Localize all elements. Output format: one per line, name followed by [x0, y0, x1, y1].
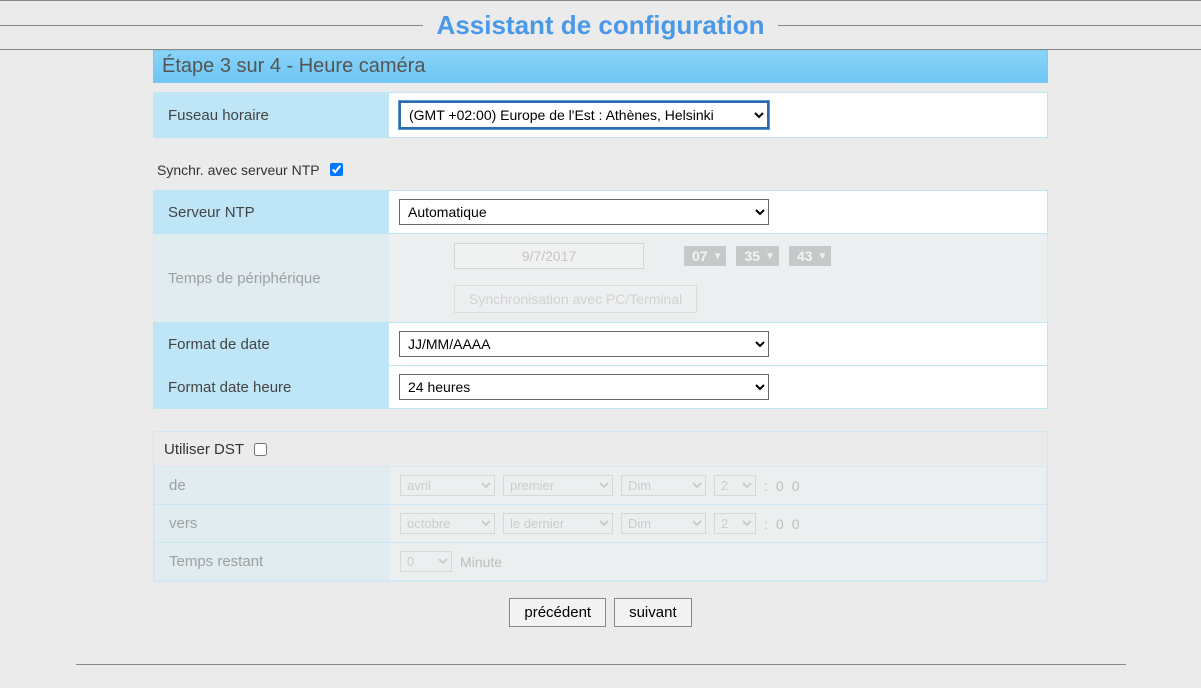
row-dst-to: vers octobre le dernier Dim 2 : 0 0: [154, 504, 1047, 543]
ntp-sync-line: Synchr. avec serveur NTP: [153, 152, 1048, 187]
time-format-select[interactable]: 24 heures: [399, 374, 769, 400]
dst-from-mm: 0: [792, 478, 800, 494]
dst-offset-select: 0: [400, 551, 452, 572]
row-ntp-server: Serveur NTP Automatique: [153, 190, 1048, 234]
device-minute-select: 35▼: [736, 246, 778, 266]
ntp-sync-checkbox[interactable]: [330, 163, 343, 176]
prev-button[interactable]: précédent: [509, 598, 606, 627]
dst-header: Utiliser DST: [154, 432, 1047, 467]
next-button[interactable]: suivant: [614, 598, 692, 627]
dst-to-hh: 0: [776, 516, 784, 532]
title-bar: Assistant de configuration: [0, 0, 1201, 50]
content-scroll[interactable]: Étape 3 sur 4 - Heure caméra Fuseau hora…: [76, 50, 1126, 665]
dst-panel: Utiliser DST de avril premier Dim 2 : 0: [153, 431, 1048, 582]
row-time-format: Format date heure 24 heures: [153, 365, 1048, 409]
sync-pc-button: Synchronisation avec PC/Terminal: [454, 285, 697, 313]
chevron-down-icon: ▼: [763, 251, 775, 262]
label-dst-from: de: [155, 467, 390, 504]
label-timezone: Fuseau horaire: [154, 93, 389, 137]
ntp-sync-label: Synchr. avec serveur NTP: [157, 162, 320, 178]
dst-to-day-select: Dim: [621, 513, 706, 534]
nav-buttons: précédent suivant: [153, 598, 1048, 627]
form-inner: Étape 3 sur 4 - Heure caméra Fuseau hora…: [153, 50, 1048, 649]
chevron-down-icon: ▼: [816, 251, 828, 262]
dst-from-hour-select: 2: [714, 475, 756, 496]
dst-use-label: Utiliser DST: [164, 441, 244, 458]
step-header: Étape 3 sur 4 - Heure caméra: [153, 50, 1048, 83]
form-section-time: Fuseau horaire (GMT +02:00) Europe de l'…: [153, 92, 1048, 409]
date-format-select[interactable]: JJ/MM/AAAA: [399, 331, 769, 357]
dst-to-mm: 0: [792, 516, 800, 532]
dst-from-ordinal-select: premier: [503, 475, 613, 496]
dst-offset-unit: Minute: [460, 554, 502, 570]
dst-to-hour-select: 2: [714, 513, 756, 534]
dst-from-day-select: Dim: [621, 475, 706, 496]
row-dst-offset: Temps restant 0 Minute: [154, 542, 1047, 581]
label-dst-offset: Temps restant: [155, 543, 390, 580]
ntp-server-select[interactable]: Automatique: [399, 199, 769, 225]
label-ntp-server: Serveur NTP: [154, 191, 389, 233]
page-title: Assistant de configuration: [431, 10, 771, 41]
colon-text: :: [764, 478, 768, 494]
row-timezone: Fuseau horaire (GMT +02:00) Europe de l'…: [153, 92, 1048, 138]
page-root: { "title": "Assistant de configuration",…: [0, 0, 1201, 688]
row-date-format: Format de date JJ/MM/AAAA: [153, 322, 1048, 366]
dst-from-month-select: avril: [400, 475, 495, 496]
device-hour-select: 07▼: [684, 246, 726, 266]
row-device-time: Temps de périphérique 07▼ 35▼: [153, 233, 1048, 323]
device-date-input: [454, 243, 644, 269]
dst-from-hh: 0: [776, 478, 784, 494]
label-time-format: Format date heure: [154, 366, 389, 408]
dst-to-month-select: octobre: [400, 513, 495, 534]
label-dst-to: vers: [155, 505, 390, 542]
row-dst-from: de avril premier Dim 2 : 0 0: [154, 466, 1047, 505]
label-date-format: Format de date: [154, 323, 389, 365]
label-device-time: Temps de périphérique: [154, 234, 389, 322]
device-second-select: 43▼: [789, 246, 831, 266]
colon-text: :: [764, 516, 768, 532]
dst-use-checkbox[interactable]: [254, 443, 267, 456]
dst-to-ordinal-select: le dernier: [503, 513, 613, 534]
chevron-down-icon: ▼: [711, 251, 723, 262]
timezone-select[interactable]: (GMT +02:00) Europe de l'Est : Athènes, …: [399, 101, 769, 129]
